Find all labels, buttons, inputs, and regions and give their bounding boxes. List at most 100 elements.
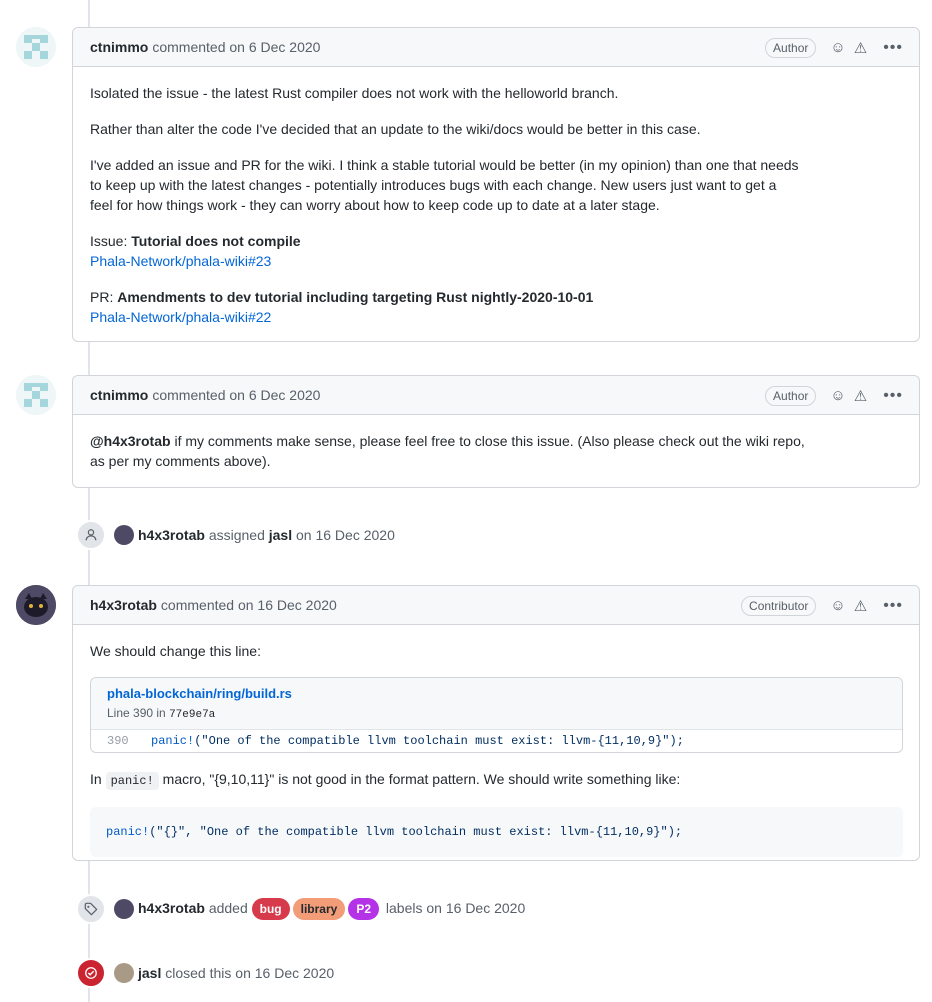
- line-info-text: Line 390 in: [107, 706, 166, 720]
- paragraph-line: to keep up with the latest changes - pot…: [90, 177, 777, 193]
- paragraph-text: macro, "{9,10,11}" is not good in the fo…: [158, 771, 681, 787]
- code-keyword: panic!: [151, 734, 195, 748]
- comment-3: h4x3rotab commented on 16 Dec 2020 Contr…: [72, 585, 920, 861]
- avatar-ctnimmo[interactable]: [16, 375, 56, 415]
- kebab-horizontal-icon[interactable]: •••: [883, 39, 903, 57]
- pr-prefix: PR:: [90, 289, 114, 305]
- code-keyword: panic!: [106, 825, 150, 839]
- role-badge: Author: [765, 37, 817, 58]
- assigned-event: h4x3rotab assigned jasl on 16 Dec 2020: [76, 519, 395, 551]
- issue-closed-icon: [76, 958, 106, 988]
- pr-title: Amendments to dev tutorial including tar…: [117, 289, 594, 305]
- smiley-icon[interactable]: ☺: [830, 597, 845, 614]
- comment-author[interactable]: ctnimmo: [90, 387, 148, 403]
- comment-timestamp[interactable]: commented on 16 Dec 2020: [161, 597, 337, 613]
- issue-prefix: Issue:: [90, 233, 128, 249]
- code-permalink-embed: phala-blockchain/ring/build.rs Line 390 …: [90, 677, 903, 753]
- comment-author[interactable]: ctnimmo: [90, 39, 148, 55]
- comment-2: ctnimmo commented on 6 Dec 2020 Author ☺…: [72, 375, 920, 488]
- paragraph-text: In: [90, 771, 102, 787]
- smiley-icon[interactable]: ☺: [830, 387, 845, 404]
- code-content: panic!("One of the compatible llvm toolc…: [151, 731, 684, 751]
- code-text: ("One of the compatible llvm toolchain m…: [194, 734, 684, 748]
- file-path-link[interactable]: phala-blockchain/ring/build.rs: [107, 686, 886, 702]
- comment-header: ctnimmo commented on 6 Dec 2020 Author ☺…: [73, 28, 919, 67]
- comment-header: ctnimmo commented on 6 Dec 2020 Author ☺…: [73, 376, 919, 415]
- comment-actions: Contributor ☺ ⚠ •••: [741, 586, 903, 625]
- commit-sha[interactable]: 77e9e7a: [169, 709, 215, 721]
- event-timestamp[interactable]: on 16 Dec 2020: [426, 900, 525, 916]
- label-library[interactable]: library: [292, 898, 346, 920]
- comment-actions: Author ☺ ⚠ •••: [765, 376, 903, 415]
- event-text: h4x3rotab assigned jasl on 16 Dec 2020: [138, 527, 395, 543]
- comment-header: h4x3rotab commented on 16 Dec 2020 Contr…: [73, 586, 919, 625]
- kebab-horizontal-icon[interactable]: •••: [883, 597, 903, 615]
- identicon-icon: [16, 375, 56, 415]
- event-text: jasl closed this on 16 Dec 2020: [138, 965, 334, 981]
- label-bug[interactable]: bug: [251, 898, 290, 920]
- comment-body: Isolated the issue - the latest Rust com…: [73, 67, 919, 343]
- event-suffix: labels: [385, 900, 423, 916]
- event-timestamp[interactable]: on 16 Dec 2020: [296, 527, 395, 543]
- triangle-icon[interactable]: ⚠: [854, 597, 867, 615]
- event-verb: added: [208, 900, 248, 916]
- triangle-icon[interactable]: ⚠: [854, 39, 867, 57]
- comment-actions: Author ☺ ⚠ •••: [765, 28, 903, 67]
- comment-author[interactable]: h4x3rotab: [90, 597, 157, 613]
- paragraph: I've added an issue and PR for the wiki.…: [90, 155, 903, 215]
- paragraph: In panic! macro, "{9,10,11}" is not good…: [90, 769, 903, 791]
- smiley-icon[interactable]: ☺: [830, 39, 845, 56]
- comment-body: We should change this line: phala-blockc…: [73, 625, 919, 873]
- event-verb: assigned: [208, 527, 265, 543]
- label-p2[interactable]: P2: [348, 898, 380, 920]
- paragraph: We should change this line:: [90, 643, 261, 659]
- paragraph-line: I've added an issue and PR for the wiki.…: [90, 157, 799, 173]
- pr-reference: PR: Amendments to dev tutorial including…: [90, 287, 903, 327]
- event-timestamp[interactable]: on 16 Dec 2020: [235, 965, 334, 981]
- avatar-h4x3rotab[interactable]: [114, 525, 134, 545]
- cat-avatar-icon: [16, 585, 56, 625]
- event-actor[interactable]: jasl: [138, 965, 161, 981]
- comment-1: ctnimmo commented on 6 Dec 2020 Author ☺…: [72, 27, 920, 342]
- paragraph-line: if my comments make sense, please feel f…: [170, 433, 805, 449]
- issue-title: Tutorial does not compile: [131, 233, 301, 249]
- paragraph-line: feel for how things work - they can worr…: [90, 197, 660, 213]
- paragraph: @h4x3rotab if my comments make sense, pl…: [90, 431, 903, 471]
- tag-icon: [76, 894, 106, 924]
- labeled-event: h4x3rotab added bug library P2 labels on 1…: [76, 893, 525, 925]
- avatar-h4x3rotab[interactable]: [16, 585, 56, 625]
- pr-link[interactable]: Phala-Network/phala-wiki#22: [90, 309, 271, 325]
- code-text: ("{}", "One of the compatible llvm toolc…: [149, 825, 683, 839]
- avatar-jasl[interactable]: [114, 963, 134, 983]
- triangle-icon[interactable]: ⚠: [854, 387, 867, 405]
- role-badge: Contributor: [741, 595, 817, 616]
- event-target[interactable]: jasl: [269, 527, 292, 543]
- avatar-ctnimmo[interactable]: [16, 27, 56, 67]
- line-number[interactable]: 390: [91, 731, 151, 751]
- comment-timestamp[interactable]: commented on 6 Dec 2020: [152, 39, 320, 55]
- identicon-icon: [16, 27, 56, 67]
- paragraph-line: as per my comments above).: [90, 453, 271, 469]
- inline-code: panic!: [105, 772, 159, 790]
- line-info: Line 390 in 77e9e7a: [107, 706, 215, 721]
- label-list: bug library P2: [251, 898, 382, 920]
- comment-body: @h4x3rotab if my comments make sense, pl…: [73, 415, 919, 487]
- user-mention[interactable]: @h4x3rotab: [90, 433, 171, 449]
- closed-event: jasl closed this on 16 Dec 2020: [76, 957, 334, 989]
- event-text: h4x3rotab added bug library P2 labels on 1…: [138, 898, 525, 920]
- paragraph: Isolated the issue - the latest Rust com…: [90, 85, 619, 101]
- avatar-h4x3rotab[interactable]: [114, 899, 134, 919]
- issue-reference: Issue: Tutorial does not compile Phala-N…: [90, 231, 903, 271]
- event-verb: closed this: [165, 965, 232, 981]
- event-actor[interactable]: h4x3rotab: [138, 900, 205, 916]
- role-badge: Author: [765, 385, 817, 406]
- code-embed-header: phala-blockchain/ring/build.rs Line 390 …: [91, 678, 902, 730]
- issue-link[interactable]: Phala-Network/phala-wiki#23: [90, 253, 271, 269]
- event-actor[interactable]: h4x3rotab: [138, 527, 205, 543]
- paragraph: Rather than alter the code I've decided …: [90, 121, 701, 137]
- code-block: panic!("{}", "One of the compatible llvm…: [90, 807, 903, 857]
- kebab-horizontal-icon[interactable]: •••: [883, 387, 903, 405]
- comment-timestamp[interactable]: commented on 6 Dec 2020: [152, 387, 320, 403]
- code-line: 390 panic!("One of the compatible llvm t…: [91, 730, 902, 752]
- person-icon: [76, 520, 106, 550]
